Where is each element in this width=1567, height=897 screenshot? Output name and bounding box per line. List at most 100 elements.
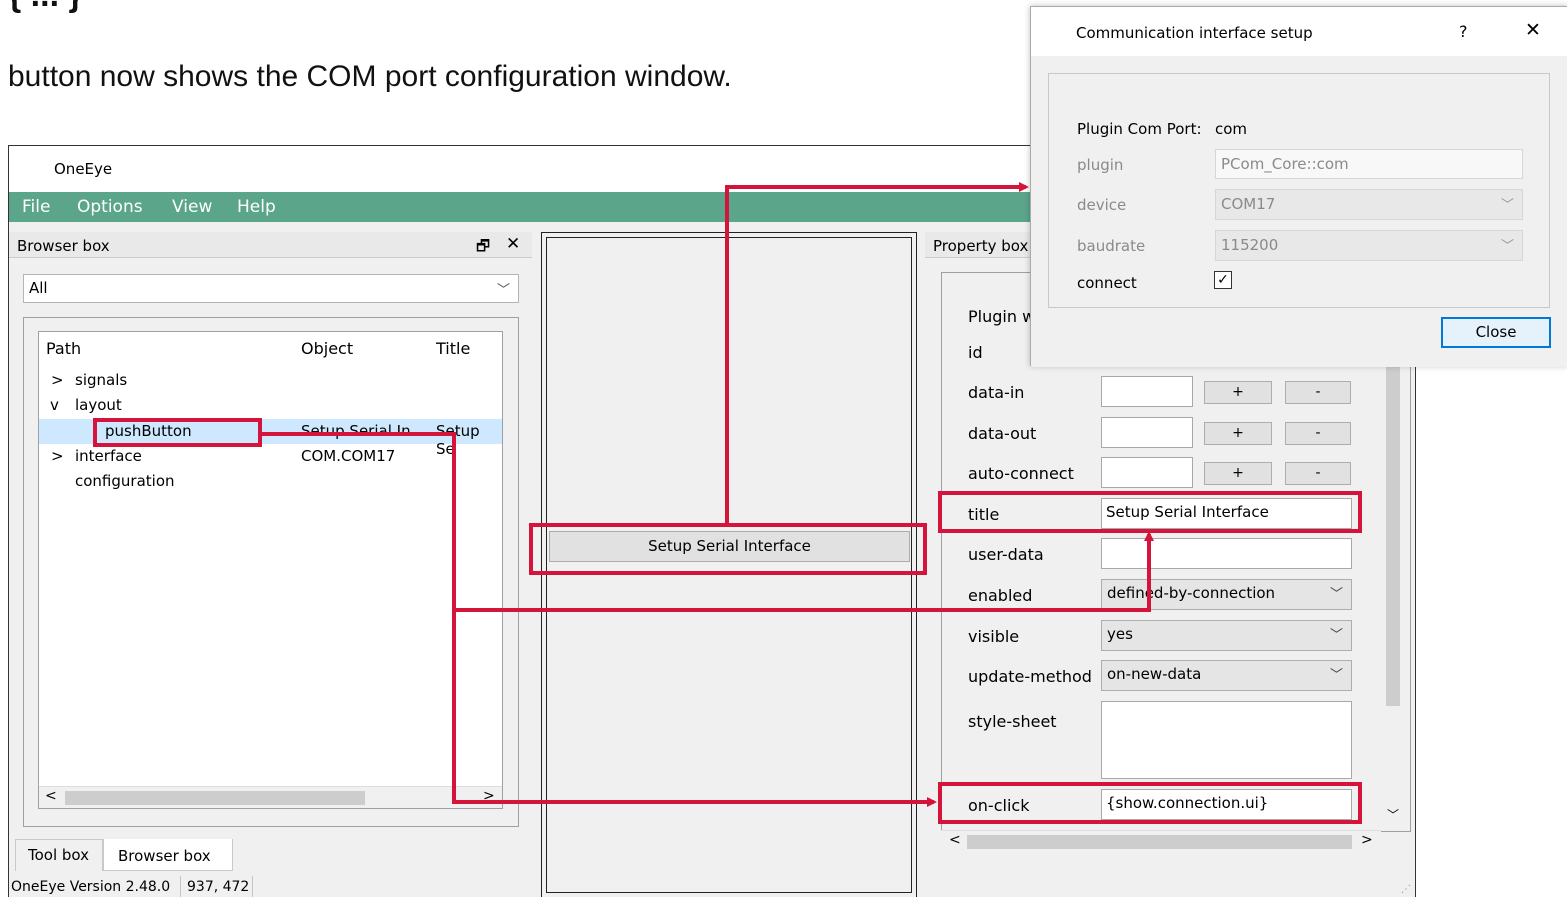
tree-row-object: Setup Serial In...	[301, 422, 425, 440]
plugin-label: plugin	[1077, 156, 1124, 174]
annotation-box-canvas-button	[529, 523, 927, 575]
data-out-add-button[interactable]: +	[1204, 422, 1272, 445]
visible-select-value: yes	[1107, 625, 1133, 643]
baudrate-label: baudrate	[1077, 237, 1146, 255]
tree-row-signals[interactable]: > signals	[39, 368, 502, 393]
auto-connect-add-button[interactable]: +	[1204, 462, 1272, 485]
column-header-path[interactable]: Path	[46, 339, 81, 358]
browser-filter-select[interactable]: All ﹀	[23, 274, 519, 303]
auto-connect-field[interactable]	[1101, 457, 1193, 488]
caption-text: button now shows the COM port configurat…	[8, 60, 732, 93]
status-coordinates: 937, 472	[187, 879, 250, 895]
annotation-box-title-row	[938, 491, 1362, 533]
undock-icon[interactable]: 🗗	[476, 236, 490, 261]
browser-tree[interactable]: Path Object Title > signals v layout pus…	[38, 331, 503, 809]
tab-browser-box-label: Browser box	[118, 847, 211, 865]
enabled-select[interactable]: defined-by-connection ﹀	[1101, 579, 1352, 610]
tree-row-layout[interactable]: v layout	[39, 393, 502, 418]
window-title: OneEye	[54, 160, 113, 178]
baudrate-select-value: 115200	[1221, 236, 1279, 254]
scroll-right-icon[interactable]: >	[483, 788, 495, 804]
dialog-body: Plugin Com Port: com plugin PCom_Core::c…	[1031, 56, 1567, 367]
scroll-thumb[interactable]	[1386, 354, 1400, 706]
browser-filter-value: All	[29, 279, 48, 297]
plugin-com-port-label: Plugin Com Port:	[1077, 120, 1202, 138]
property-label-style-sheet: style-sheet	[968, 712, 1057, 731]
browser-box-header: Browser box 🗗 ✕	[9, 232, 532, 258]
plugin-section-label: Plugin w	[968, 307, 1036, 326]
menu-options[interactable]: Options	[77, 197, 143, 217]
caption-heading-fragment: { ... }	[8, 0, 82, 15]
property-id-label: id	[968, 343, 983, 362]
chevron-down-icon: ﹀	[1329, 628, 1343, 643]
property-box-title: Property box	[933, 237, 1029, 255]
baudrate-select: 115200 ﹀	[1215, 230, 1523, 261]
tree-row-object: COM.COM17	[301, 447, 396, 465]
device-label: device	[1077, 196, 1127, 214]
scroll-left-icon[interactable]: <	[949, 832, 961, 848]
update-method-select-value: on-new-data	[1107, 665, 1202, 683]
data-out-remove-button[interactable]: -	[1285, 422, 1351, 445]
collapse-icon[interactable]: v	[50, 396, 59, 414]
auto-connect-remove-button[interactable]: -	[1285, 462, 1351, 485]
device-select-value: COM17	[1221, 195, 1276, 213]
close-button[interactable]: Close	[1441, 317, 1551, 348]
browser-tree-frame: Path Object Title > signals v layout pus…	[23, 317, 519, 827]
plugin-field-value: PCom_Core::com	[1221, 155, 1349, 173]
chevron-down-icon: ﹀	[1500, 239, 1514, 254]
property-label-enabled: enabled	[968, 586, 1033, 605]
data-out-field[interactable]	[1101, 417, 1193, 448]
menu-help[interactable]: Help	[237, 197, 276, 217]
plugin-field: PCom_Core::com	[1215, 149, 1523, 179]
tab-tool-box[interactable]: Tool box	[15, 839, 103, 871]
visible-select[interactable]: yes ﹀	[1101, 620, 1352, 651]
column-header-object[interactable]: Object	[301, 339, 353, 358]
horizontal-scrollbar[interactable]: < >	[39, 786, 502, 808]
property-label-user-data: user-data	[968, 545, 1044, 564]
device-select: COM17 ﹀	[1215, 189, 1523, 220]
property-label-update-method: update-method	[968, 667, 1092, 686]
communication-setup-dialog: Communication interface setup ? ✕ Plugin…	[1030, 6, 1567, 367]
tree-row-path: configuration	[75, 472, 175, 490]
chevron-down-icon: ﹀	[1500, 198, 1514, 213]
user-data-field[interactable]	[1101, 538, 1352, 569]
property-vertical-scrollbar[interactable]: ﹀	[1381, 346, 1405, 830]
scroll-thumb[interactable]	[967, 835, 1352, 849]
scroll-right-icon[interactable]: >	[1361, 832, 1373, 848]
connect-checkbox[interactable]: ✓	[1214, 271, 1232, 289]
scroll-thumb[interactable]	[65, 791, 365, 805]
column-header-title[interactable]: Title	[436, 339, 470, 358]
close-icon[interactable]: ✕	[506, 234, 520, 254]
resize-grip-icon[interactable]: ⋰	[1401, 884, 1411, 895]
style-sheet-field[interactable]	[1101, 701, 1352, 779]
data-in-field[interactable]	[1101, 376, 1193, 407]
property-label-data-out: data-out	[968, 424, 1037, 443]
scroll-down-icon[interactable]: ﹀	[1387, 806, 1399, 823]
property-label-auto-connect: auto-connect	[968, 464, 1074, 483]
property-label-data-in: data-in	[968, 383, 1025, 402]
tab-browser-box[interactable]: Browser box	[103, 839, 233, 871]
connect-label: connect	[1077, 274, 1137, 292]
tab-tool-box-label: Tool box	[28, 846, 90, 864]
chevron-down-icon: ﹀	[496, 283, 510, 298]
enabled-select-value: defined-by-connection	[1107, 584, 1276, 602]
status-divider	[252, 876, 253, 897]
property-horizontal-scrollbar[interactable]: < >	[941, 830, 1381, 852]
data-in-add-button[interactable]: +	[1204, 381, 1272, 404]
expand-icon[interactable]: >	[51, 447, 64, 465]
update-method-select[interactable]: on-new-data ﹀	[1101, 660, 1352, 691]
tree-row-path: signals	[75, 371, 128, 389]
expand-icon[interactable]: >	[51, 371, 64, 389]
help-icon[interactable]: ?	[1459, 22, 1468, 41]
annotation-box-on-click-row	[938, 782, 1362, 824]
scroll-left-icon[interactable]: <	[45, 788, 57, 804]
data-in-remove-button[interactable]: -	[1285, 381, 1351, 404]
status-divider	[180, 876, 181, 897]
tree-row-interface[interactable]: > interface COM.COM17	[39, 444, 502, 469]
menu-file[interactable]: File	[22, 197, 50, 217]
status-version: OneEye Version 2.48.0	[11, 879, 171, 895]
tree-row-configuration[interactable]: configuration	[39, 469, 502, 494]
property-label-visible: visible	[968, 627, 1020, 646]
close-icon[interactable]: ✕	[1525, 19, 1541, 41]
menu-view[interactable]: View	[172, 197, 212, 217]
